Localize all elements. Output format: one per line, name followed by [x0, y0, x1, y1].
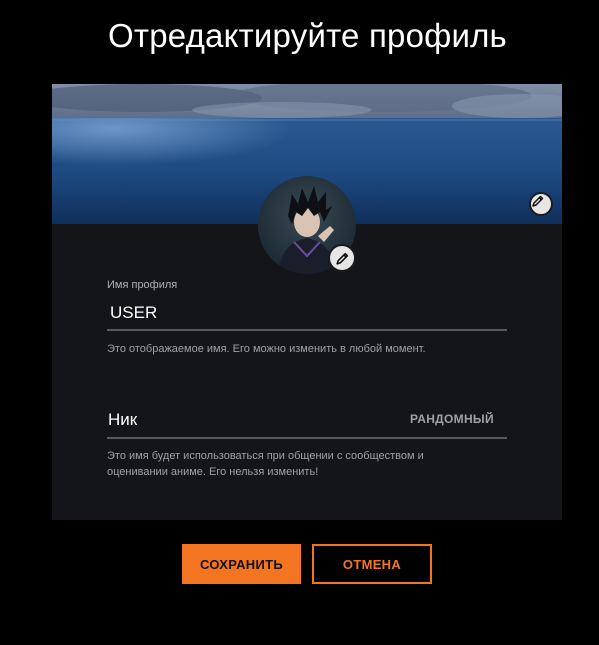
- save-button[interactable]: СОХРАНИТЬ: [182, 544, 301, 584]
- page-title: Отредактируйте профиль: [108, 17, 507, 54]
- pencil-icon: [532, 195, 544, 207]
- profile-name-input[interactable]: [107, 297, 507, 331]
- banner-edit-button[interactable]: [529, 192, 553, 216]
- nickname-help: Это имя будет использоваться при общении…: [107, 450, 424, 478]
- random-nickname-button[interactable]: РАНДОМНЫЙ: [410, 412, 494, 426]
- profile-name-label: Имя профиля: [107, 279, 178, 291]
- profile-card: Имя профиля Это отображаемое имя. Его мо…: [52, 84, 562, 520]
- profile-name-help: Это отображаемое имя. Его можно изменить…: [107, 343, 426, 355]
- avatar-edit-button[interactable]: [328, 244, 356, 272]
- cancel-button[interactable]: ОТМЕНА: [312, 544, 432, 584]
- pencil-icon: [335, 252, 348, 265]
